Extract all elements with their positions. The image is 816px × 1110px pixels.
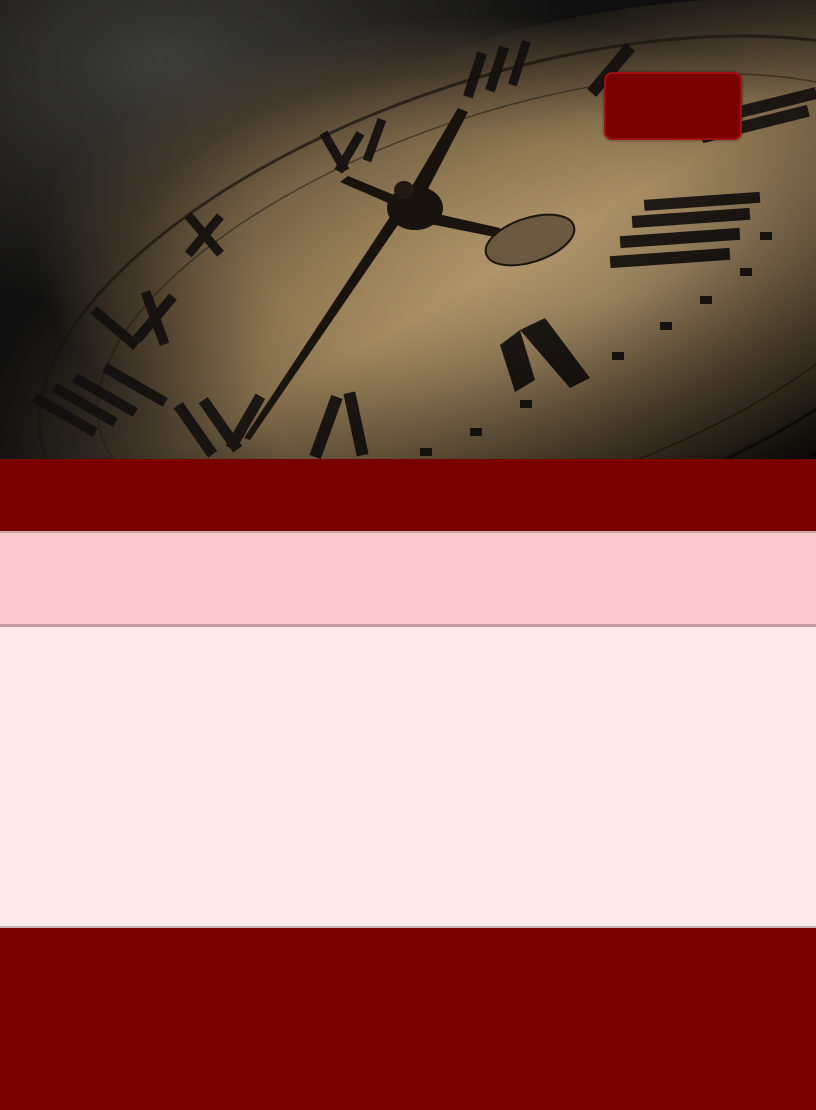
footer — [0, 928, 816, 1110]
hero-action-button[interactable] — [604, 72, 742, 140]
clock-face-icon — [0, 0, 816, 459]
content-area — [0, 627, 816, 928]
pink-band — [0, 531, 816, 627]
header-band — [0, 459, 816, 531]
hero-clock-image — [0, 0, 816, 459]
